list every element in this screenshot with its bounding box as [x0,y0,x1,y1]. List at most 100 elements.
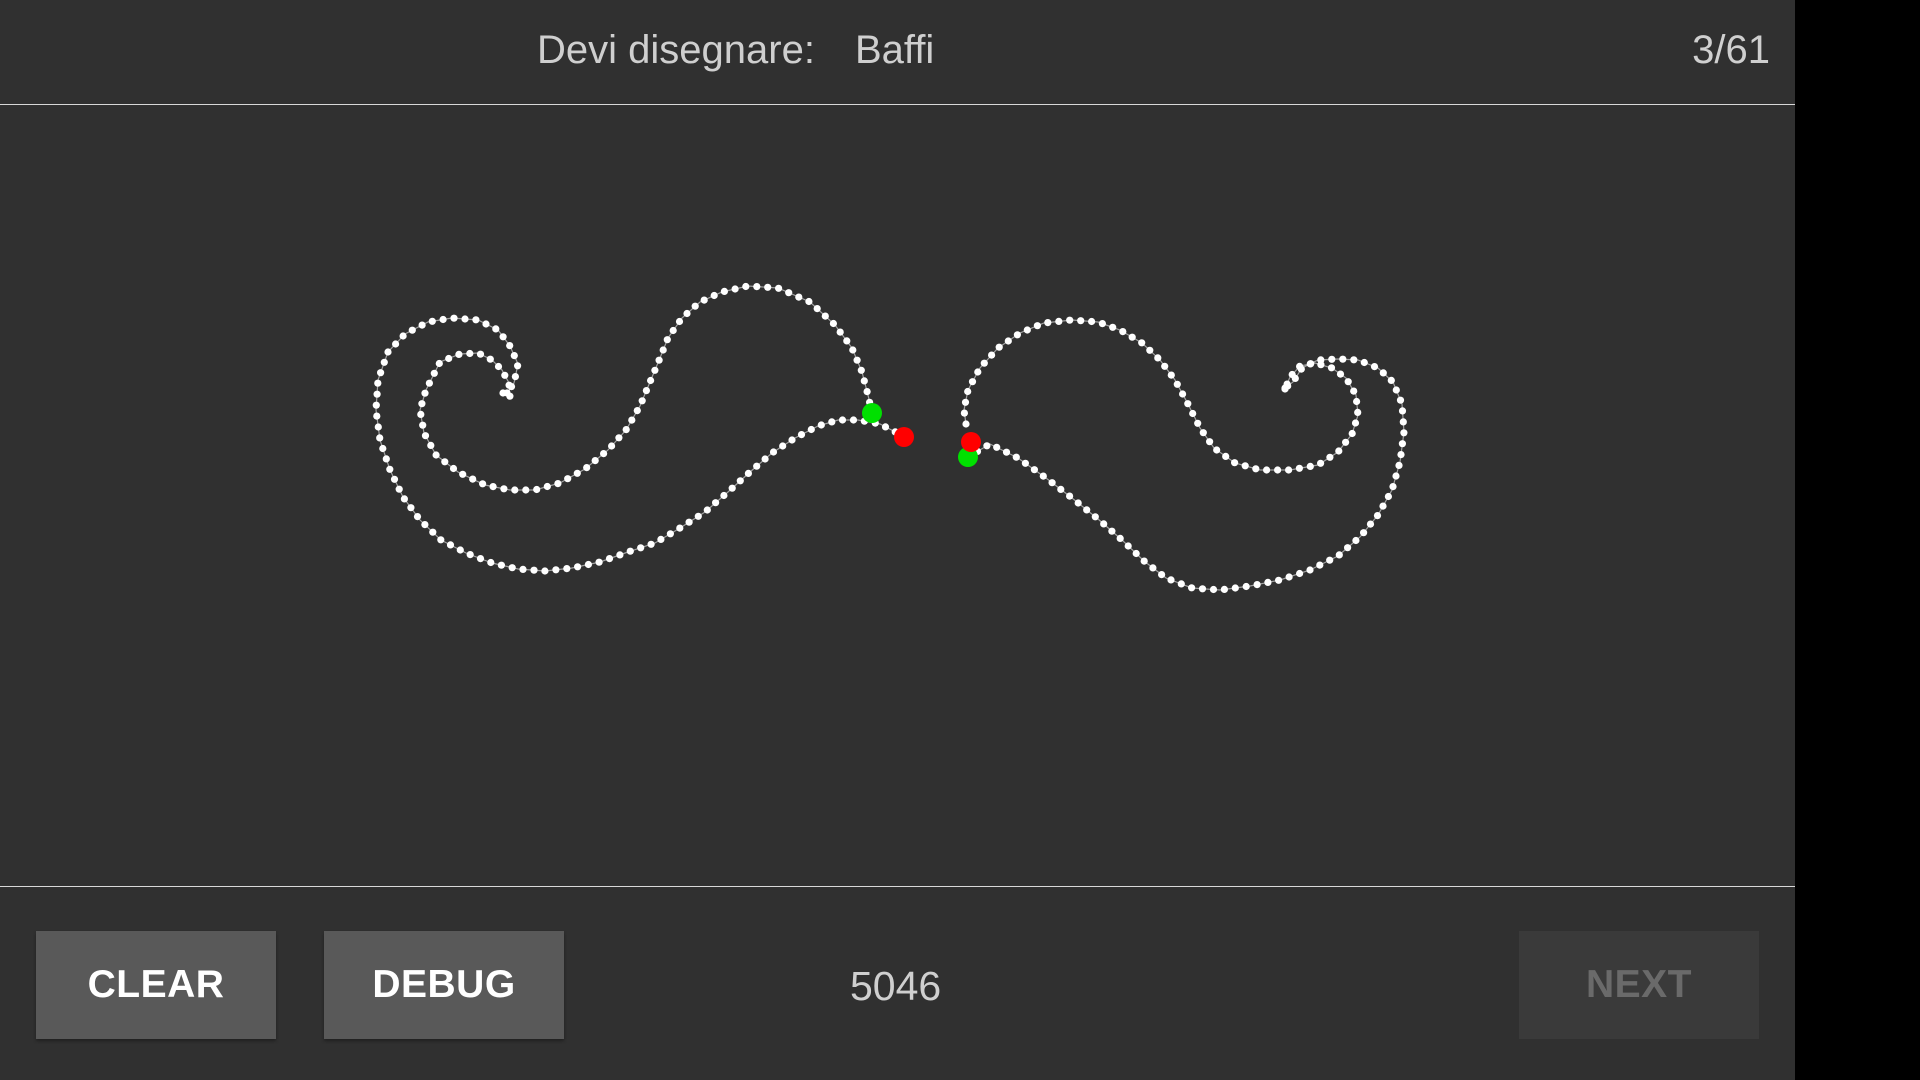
stroke-point [843,337,851,345]
stroke-point [736,477,744,485]
stroke-point [1400,429,1408,437]
stroke-point [413,513,422,521]
stroke-point [1077,317,1085,325]
stroke-point [1360,529,1368,537]
stroke-point [764,283,772,291]
stroke-point [1398,407,1407,415]
stroke-point [472,316,480,324]
stroke-point [712,499,720,507]
stroke-point [1350,387,1358,395]
stroke-point [710,291,718,300]
stroke-point [993,443,1001,451]
stroke-point [1012,453,1020,461]
stroke-point [407,504,415,512]
stroke-point [638,397,646,405]
stroke-point [1352,536,1360,545]
stroke-point [1091,513,1099,521]
stroke-point [795,293,803,301]
drawing-canvas[interactable] [0,106,1795,886]
stroke-point [419,421,427,429]
stroke-point [1392,386,1400,394]
stroke-point [1392,472,1400,480]
stroke-point [441,458,449,466]
stroke-point [595,558,603,566]
stroke-point [456,546,464,554]
stroke-point [1002,448,1011,456]
stroke-point [1242,582,1250,591]
stroke-point [1206,438,1214,446]
stroke-point [437,536,445,544]
stroke-point [720,287,729,295]
stroke-point [1132,549,1140,558]
stroke-point [591,457,599,465]
stroke-point [563,565,571,573]
stroke-point [1384,492,1392,501]
stroke-point [574,563,582,571]
next-button[interactable]: NEXT [1519,931,1759,1039]
stroke-point [479,480,487,488]
stroke-point [1296,569,1304,578]
stroke-point [1179,390,1187,398]
stroke-point [1398,440,1406,448]
stroke-point [1023,326,1031,334]
stroke-point [753,283,761,291]
stroke-point [501,371,509,379]
stroke-point [1109,323,1117,331]
stroke-point [511,373,519,381]
stroke-point [392,340,400,348]
stroke-point [857,366,865,374]
stroke-point [828,418,836,426]
stroke-point [486,355,494,363]
stroke-point [1353,397,1361,406]
stroke-point [995,343,1003,351]
stroke-point [430,369,438,377]
stroke-point [659,346,667,354]
stroke-point [1275,576,1283,584]
stroke-point [379,444,387,453]
stroke-point [1328,355,1336,363]
stroke-point [720,491,728,500]
debug-button[interactable]: DEBUG [324,931,564,1039]
stroke-point [446,541,455,549]
stroke-point [390,475,399,483]
stroke-point [647,540,655,548]
stroke-point [1116,534,1124,542]
stroke-point [418,400,426,408]
stroke-point [427,441,435,449]
stroke-point [838,416,847,424]
stroke-point [775,284,783,292]
stroke-point [1198,585,1207,593]
stroke-point [836,328,844,336]
stroke-point [1316,561,1324,569]
stroke-point [694,512,702,520]
stroke-point [1253,581,1261,589]
stroke-point [541,567,549,575]
stroke-point [1119,328,1127,336]
stroke-point [1326,556,1334,564]
stroke-point [666,530,675,538]
stroke-point [691,302,699,310]
stroke-point [788,436,796,444]
stroke-point [853,356,861,364]
stroke-point [1396,396,1405,404]
stroke-point [1344,544,1352,552]
stroke-point [372,401,380,409]
stroke-point [450,314,458,322]
stroke-point [466,551,474,559]
stroke-point [849,416,858,424]
stroke-point [499,333,507,341]
stroke-point [1055,317,1063,325]
stroke-point [615,434,623,442]
stroke-point [761,455,769,463]
stroke-point [807,425,815,434]
clear-button[interactable]: CLEAR [36,931,276,1039]
stroke-point [459,470,467,478]
stroke-point [779,442,787,450]
stroke-point [395,485,403,493]
stroke-point [466,349,474,358]
stroke-point [507,383,516,391]
stroke-point [500,485,508,493]
stroke-point [1066,492,1074,500]
stroke-point [554,480,562,488]
stroke-point [377,369,385,377]
